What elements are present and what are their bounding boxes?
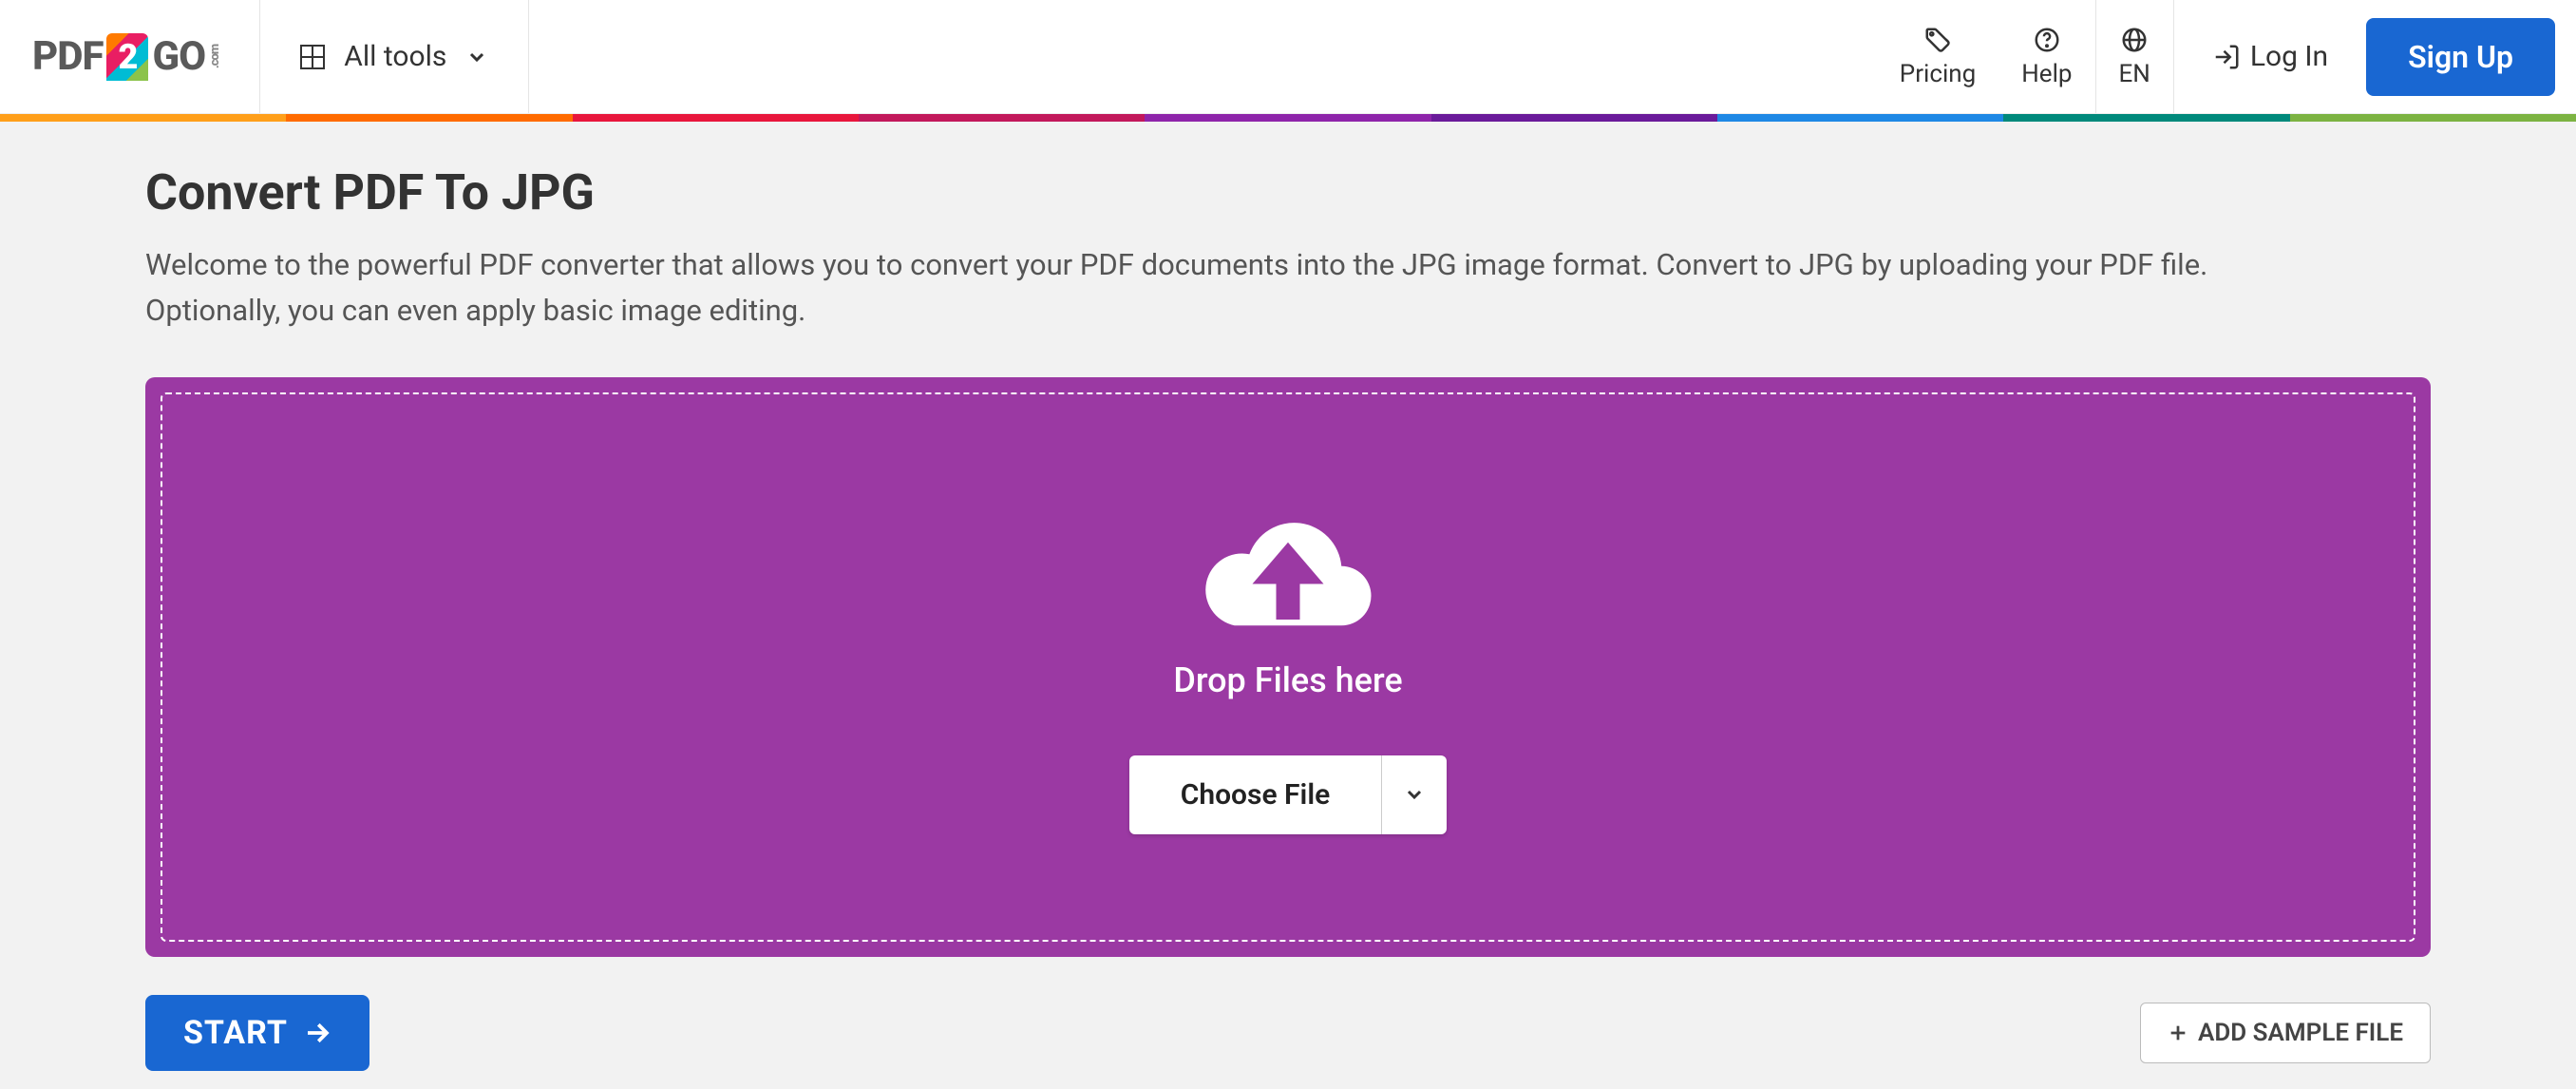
drop-text: Drop Files here (1173, 660, 1402, 700)
login-label: Log In (2250, 40, 2328, 73)
logo-com: .com (208, 45, 222, 68)
nav-pricing-label: Pricing (1900, 60, 1976, 88)
choose-file-button[interactable]: Choose File (1129, 755, 1382, 834)
nav-language-label: EN (2119, 60, 2150, 88)
add-sample-label: ADD SAMPLE FILE (2198, 1019, 2403, 1047)
action-row: START ADD SAMPLE FILE (145, 995, 2431, 1071)
pricetag-icon (1923, 26, 1952, 54)
signup-button[interactable]: Sign Up (2366, 18, 2555, 96)
nav-help[interactable]: Help (1998, 0, 2094, 113)
nav-pricing[interactable]: Pricing (1877, 0, 1998, 113)
rainbow-divider (0, 114, 2576, 122)
add-sample-file-button[interactable]: ADD SAMPLE FILE (2140, 1003, 2431, 1063)
login-link[interactable]: Log In (2174, 0, 2366, 113)
login-icon (2212, 43, 2241, 71)
logo-pdf: PDF (32, 33, 103, 80)
choose-file-label: Choose File (1181, 778, 1331, 812)
nav-language[interactable]: EN (2096, 0, 2173, 113)
nav-help-label: Help (2021, 60, 2072, 88)
cloud-upload-icon (1193, 501, 1383, 643)
header: PDF 2 GO .com All tools Pricing Help EN … (0, 0, 2576, 114)
arrow-right-icon (303, 1019, 331, 1047)
all-tools-menu[interactable]: All tools (260, 0, 529, 113)
logo[interactable]: PDF 2 GO .com (0, 0, 260, 113)
page-title: Convert PDF To JPG (145, 163, 2431, 221)
all-tools-label: All tools (344, 40, 446, 73)
start-button[interactable]: START (145, 995, 369, 1071)
chevron-down-icon (1403, 783, 1426, 806)
globe-icon (2120, 26, 2149, 54)
chevron-down-icon (465, 46, 488, 68)
plus-icon (2168, 1022, 2188, 1043)
choose-file-dropdown[interactable] (1381, 755, 1447, 834)
dropzone-container: Drop Files here Choose File (145, 377, 2431, 957)
logo-go: GO (152, 33, 205, 80)
dropzone[interactable]: Drop Files here Choose File (161, 392, 2415, 942)
signup-label: Sign Up (2408, 39, 2513, 75)
logo-2-icon: 2 (106, 33, 148, 81)
page-description: Welcome to the powerful PDF converter th… (145, 242, 2235, 334)
grid-icon (300, 45, 325, 69)
choose-file-group: Choose File (1129, 755, 1448, 834)
help-icon (2033, 26, 2061, 54)
start-label: START (183, 1014, 288, 1052)
